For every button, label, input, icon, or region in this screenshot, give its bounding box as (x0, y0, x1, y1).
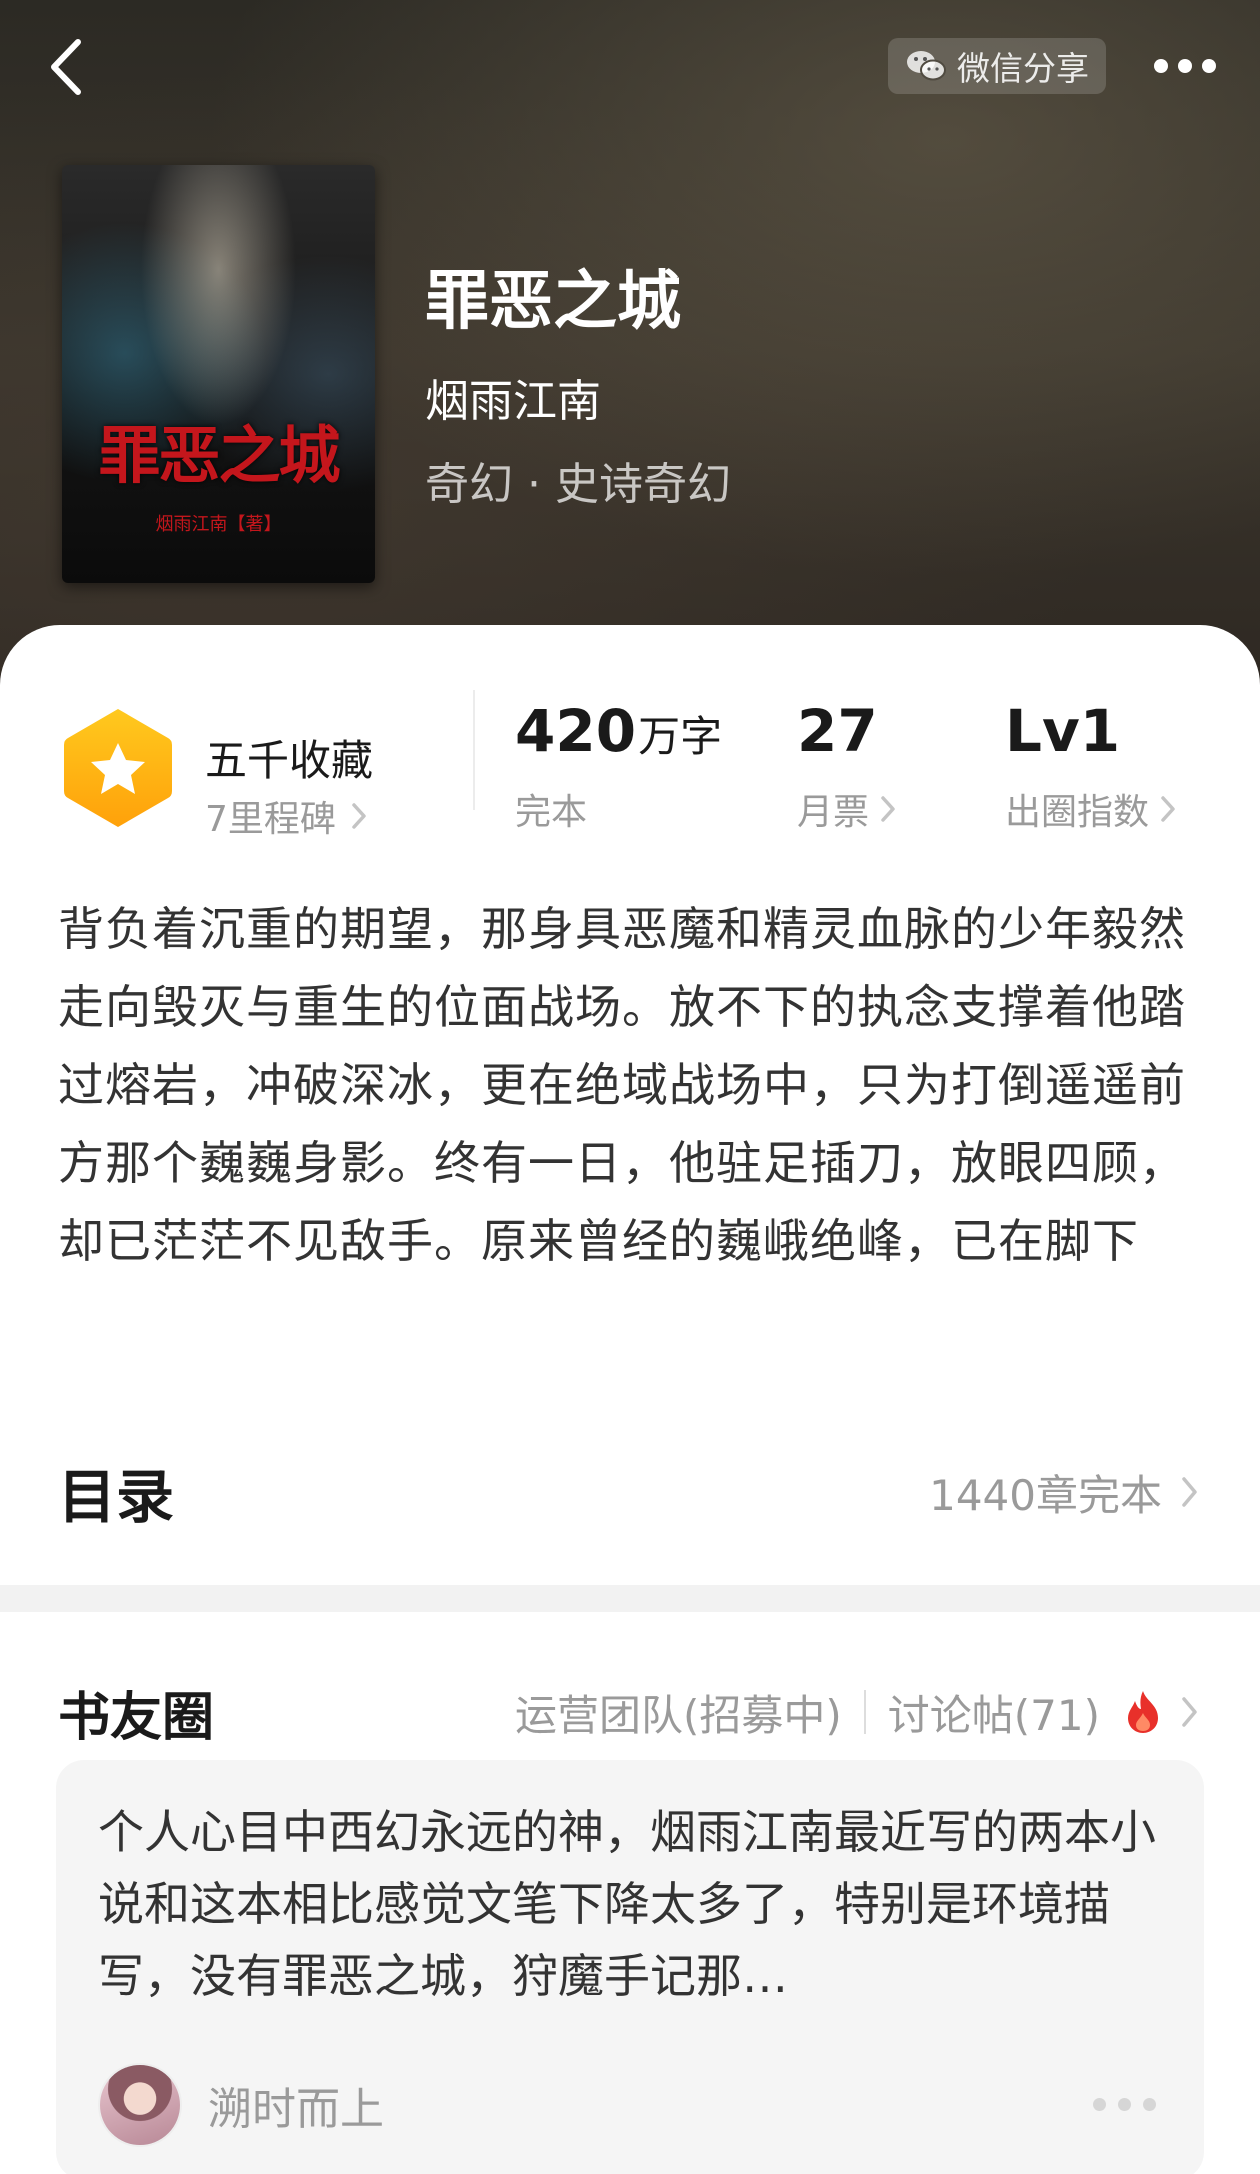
discussion-posts-link[interactable]: 讨论帖(71) (888, 1682, 1100, 1743)
carousel-dot (1118, 2098, 1131, 2111)
wechat-icon (907, 51, 946, 81)
avatar[interactable] (98, 2063, 182, 2147)
popularity-level-value: Lv1 (1005, 697, 1121, 765)
cover-title: 罪恶之城 (98, 419, 340, 492)
carousel-dot (1093, 2098, 1106, 2111)
popularity-index-label: 出圈指数 (1005, 792, 1150, 833)
collect-title: 五千收藏 (205, 736, 374, 785)
monthly-ticket-value: 27 (797, 697, 878, 765)
carousel-dot (1143, 2098, 1156, 2111)
ops-team-link[interactable]: 运营团队(招募中) (515, 1682, 842, 1743)
post-text: 个人心目中西幻永远的神，烟雨江南最近写的两本小说和这本相比感觉文笔下降太多了，特… (98, 1805, 1156, 2003)
collect-milestone[interactable]: 五千收藏 7里程碑 (60, 705, 440, 845)
more-dot (1154, 59, 1168, 73)
more-dot (1178, 59, 1192, 73)
monthly-ticket-label: 月票 (797, 792, 870, 833)
book-title: 罪恶之城 (425, 264, 681, 339)
wechat-share-button[interactable]: 微信分享 (888, 38, 1106, 94)
word-count-stat: 420 万字 完本 (515, 697, 722, 835)
collect-milestone-label: 7里程碑 (205, 790, 368, 842)
book-info-card: 五千收藏 7里程碑 420 万字 完本 27 月票 Lv1 出圈指数 背负着沉重… (0, 625, 1260, 1585)
chevron-left-icon (51, 39, 81, 95)
chevron-right-icon[interactable] (1180, 1695, 1200, 1729)
community-header: 书友圈 运营团队(招募中) 讨论帖(71) (58, 1672, 1200, 1752)
more-button[interactable] (1140, 40, 1230, 92)
carousel-dots (1093, 2098, 1156, 2111)
popularity-index-stat[interactable]: Lv1 出圈指数 (1005, 697, 1177, 835)
chevron-right-icon (352, 803, 366, 829)
post-author-name: 溯时而上 (208, 2084, 384, 2135)
toc-title: 目录 (58, 1463, 175, 1531)
chevron-right-icon (1161, 796, 1175, 822)
share-label: 微信分享 (957, 49, 1089, 88)
star-badge-icon (64, 709, 172, 827)
chevron-right-icon (1182, 1477, 1197, 1507)
community-section: 书友圈 运营团队(招募中) 讨论帖(71) 个人心目中西幻永远的神，烟雨江南最近… (0, 1612, 1260, 2174)
word-count-value: 420 (515, 697, 637, 765)
word-count-unit: 万字 (638, 712, 723, 761)
community-title: 书友圈 (58, 1687, 215, 1748)
chevron-right-icon (881, 796, 895, 822)
cover-author: 烟雨江南【著】 (155, 514, 282, 535)
chapter-count: 1440章完本 (929, 1470, 1162, 1520)
book-cover[interactable]: 罪恶之城 烟雨江南【著】 (62, 165, 375, 583)
book-genre: 奇幻 · 史诗奇幻 (425, 459, 731, 510)
stat-divider (473, 690, 475, 810)
book-synopsis[interactable]: 背负着沉重的期望，那身具恶魔和精灵血脉的少年毅然走向毁灭与重生的位面战场。放不下… (58, 890, 1208, 1280)
book-header: 微信分享 罪恶之城 烟雨江南【著】 罪恶之城 烟雨江南 奇幻 · 史诗奇幻 (0, 0, 1260, 700)
link-divider (863, 1690, 866, 1734)
community-post-card[interactable]: 个人心目中西幻永远的神，烟雨江南最近写的两本小说和这本相比感觉文笔下降太多了，特… (56, 1760, 1204, 2174)
monthly-ticket-stat[interactable]: 27 月票 (797, 697, 897, 835)
more-dot (1202, 59, 1216, 73)
book-author[interactable]: 烟雨江南 (425, 365, 601, 429)
back-button[interactable] (36, 32, 96, 102)
table-of-contents-row[interactable]: 目录 1440章完本 (58, 1447, 1200, 1537)
status-label: 完本 (515, 792, 588, 833)
post-author[interactable]: 溯时而上 (98, 2063, 384, 2147)
milestone-count: 7里程碑 (205, 799, 336, 840)
flame-icon (1128, 1691, 1158, 1733)
